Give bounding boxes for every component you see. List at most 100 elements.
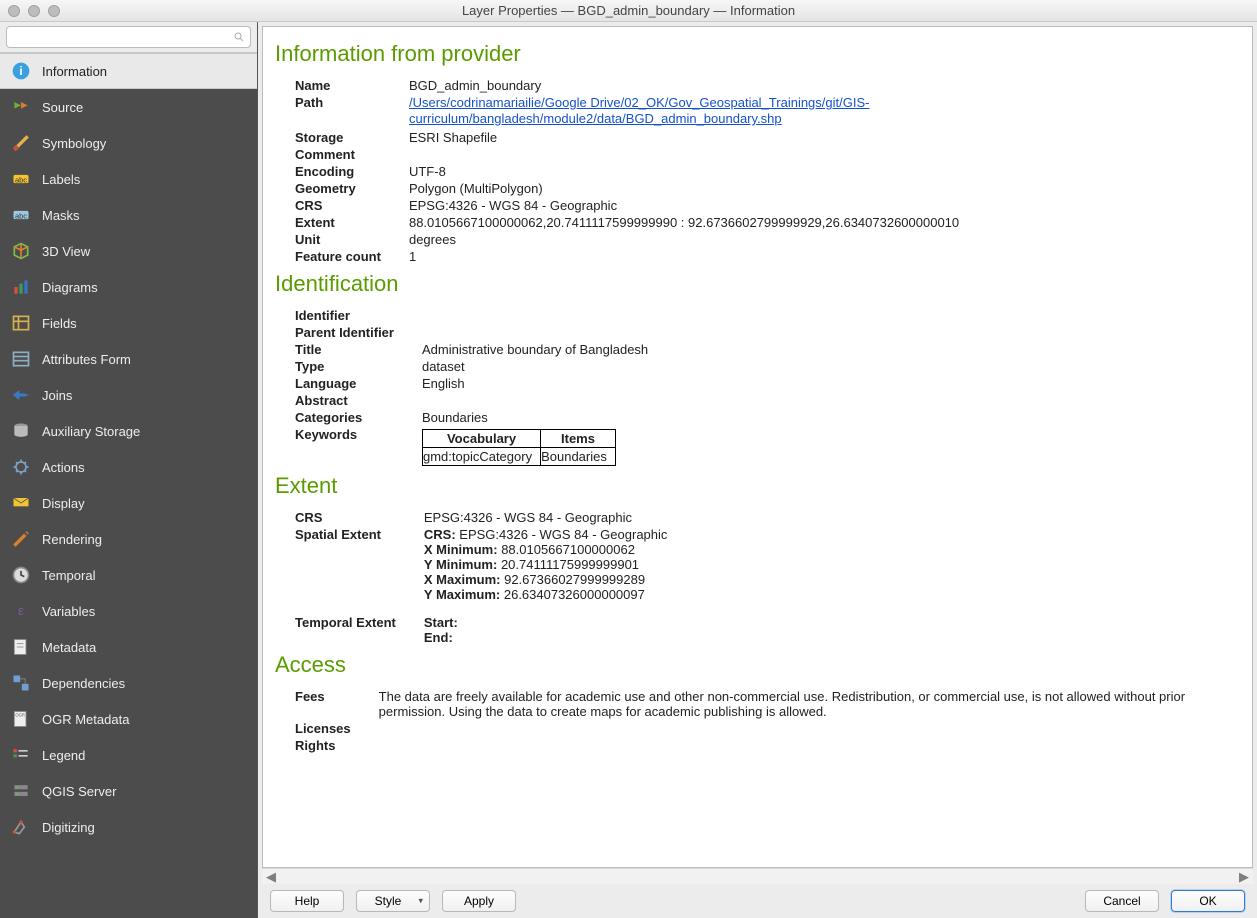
- value-ext-crs: EPSG:4326 - WGS 84 - Geographic: [424, 509, 676, 526]
- section-heading-extent: Extent: [275, 473, 1240, 499]
- value-title: Administrative boundary of Bangladesh: [422, 341, 656, 358]
- value-geometry: Polygon (MultiPolygon): [409, 180, 1240, 197]
- sidebar-item-legend[interactable]: Legend: [0, 737, 257, 773]
- value-comment: [409, 146, 1240, 163]
- value-path-link[interactable]: /Users/codrinamariailie/Google Drive/02_…: [409, 95, 870, 126]
- sidebar-item-actions[interactable]: Actions: [0, 449, 257, 485]
- label-unit: Unit: [295, 231, 409, 248]
- apply-button[interactable]: Apply: [442, 890, 516, 912]
- svg-text:abc: abc: [15, 211, 27, 220]
- kw-header-vocab: Vocabulary: [422, 429, 540, 447]
- sidebar-item-attributes-form[interactable]: Attributes Form: [0, 341, 257, 377]
- label-geometry: Geometry: [295, 180, 409, 197]
- value-spatial-extent: CRS: EPSG:4326 - WGS 84 - Geographic X M…: [424, 526, 676, 603]
- label-storage: Storage: [295, 129, 409, 146]
- sidebar-item-symbology[interactable]: Symbology: [0, 125, 257, 161]
- svg-text:i: i: [19, 65, 22, 78]
- metadata-icon: [10, 636, 32, 658]
- sidebar-item-label: Diagrams: [42, 280, 98, 295]
- sp-xmax-label: X Maximum:: [424, 572, 501, 587]
- sidebar-item-auxiliary-storage[interactable]: Auxiliary Storage: [0, 413, 257, 449]
- provider-table: NameBGD_admin_boundary Path/Users/codrin…: [295, 77, 1240, 265]
- sidebar-item-temporal[interactable]: Temporal: [0, 557, 257, 593]
- label-feature-count: Feature count: [295, 248, 409, 265]
- attrform-icon: [10, 348, 32, 370]
- window-titlebar: Layer Properties — BGD_admin_boundary — …: [0, 0, 1257, 22]
- value-abstract: [422, 392, 656, 409]
- value-licenses: [379, 720, 1240, 737]
- value-crs: EPSG:4326 - WGS 84 - Geographic: [409, 197, 1240, 214]
- help-button[interactable]: Help: [270, 890, 344, 912]
- deps-icon: [10, 672, 32, 694]
- sidebar-item-joins[interactable]: Joins: [0, 377, 257, 413]
- value-name: BGD_admin_boundary: [409, 77, 1240, 94]
- sidebar-item-source[interactable]: Source: [0, 89, 257, 125]
- sidebar-item-label: Metadata: [42, 640, 96, 655]
- sidebar-item-label: Dependencies: [42, 676, 125, 691]
- sidebar-item-3d-view[interactable]: 3D View: [0, 233, 257, 269]
- sidebar-item-masks[interactable]: abc Masks: [0, 197, 257, 233]
- sidebar-item-diagrams[interactable]: Diagrams: [0, 269, 257, 305]
- label-comment: Comment: [295, 146, 409, 163]
- sp-ymin-label: Y Minimum:: [424, 557, 497, 572]
- svg-text:ε: ε: [18, 603, 24, 618]
- sidebar-item-label: Legend: [42, 748, 85, 763]
- label-name: Name: [295, 77, 409, 94]
- sidebar-item-digitizing[interactable]: Digitizing: [0, 809, 257, 845]
- rendering-icon: [10, 528, 32, 550]
- temporal-icon: [10, 564, 32, 586]
- left-panel: iInformationSourceSymbologyabcLabelsabcM…: [0, 22, 258, 918]
- value-identifier: [422, 307, 656, 324]
- sp-ymax-label: Y Maximum:: [424, 587, 500, 602]
- fields-icon: [10, 312, 32, 334]
- sidebar-item-dependencies[interactable]: Dependencies: [0, 665, 257, 701]
- search-icon: [233, 31, 245, 43]
- extent-table: CRSEPSG:4326 - WGS 84 - Geographic Spati…: [295, 509, 675, 646]
- sidebar-item-variables[interactable]: εVariables: [0, 593, 257, 629]
- scroll-track[interactable]: [278, 872, 1237, 882]
- sidebar-item-label: Temporal: [42, 568, 95, 583]
- svg-text:OGR: OGR: [15, 713, 24, 718]
- sidebar-item-fields[interactable]: Fields: [0, 305, 257, 341]
- value-categories: Boundaries: [422, 409, 656, 426]
- sidebar-item-label: Information: [42, 64, 107, 79]
- sidebar-item-rendering[interactable]: Rendering: [0, 521, 257, 557]
- 3d-icon: [10, 240, 32, 262]
- style-menu-button[interactable]: Style▾: [356, 890, 430, 912]
- label-abstract: Abstract: [295, 392, 422, 409]
- sidebar-item-labels[interactable]: abcLabels: [0, 161, 257, 197]
- sp-xmin: 88.0105667100000062: [501, 542, 635, 557]
- sidebar-item-label: Symbology: [42, 136, 106, 151]
- ok-button[interactable]: OK: [1171, 890, 1245, 912]
- dialog-footer: Help Style▾ Apply Cancel OK: [262, 884, 1253, 918]
- content-area: Information from provider NameBGD_admin_…: [258, 22, 1257, 918]
- horizontal-scrollbar[interactable]: ◀ ▶: [262, 868, 1253, 884]
- sidebar-item-metadata[interactable]: Metadata: [0, 629, 257, 665]
- sidebar-item-label: Masks: [42, 208, 80, 223]
- scroll-left-icon[interactable]: ◀: [264, 870, 278, 884]
- value-fees: The data are freely available for academ…: [379, 688, 1240, 720]
- joins-icon: [10, 384, 32, 406]
- sidebar-item-ogr-metadata[interactable]: OGROGR Metadata: [0, 701, 257, 737]
- sidebar-item-label: Digitizing: [42, 820, 95, 835]
- label-ext-crs: CRS: [295, 509, 424, 526]
- sidebar-item-qgis-server[interactable]: QGIS Server: [0, 773, 257, 809]
- keywords-cell: VocabularyItems gmd:topicCategoryBoundar…: [422, 426, 656, 467]
- label-temporal-extent: Temporal Extent: [295, 603, 424, 646]
- keywords-table: VocabularyItems gmd:topicCategoryBoundar…: [422, 429, 616, 466]
- labels-icon: abc: [10, 168, 32, 190]
- sidebar-item-label: Auxiliary Storage: [42, 424, 140, 439]
- digitizing-icon: [10, 816, 32, 838]
- sidebar-search-input[interactable]: [6, 26, 251, 48]
- label-keywords: Keywords: [295, 426, 422, 467]
- cancel-button[interactable]: Cancel: [1085, 890, 1159, 912]
- scroll-right-icon[interactable]: ▶: [1237, 870, 1251, 884]
- sidebar-item-information[interactable]: i Information: [0, 53, 257, 89]
- sidebar-item-display[interactable]: Display: [0, 485, 257, 521]
- label-extent: Extent: [295, 214, 409, 231]
- access-table: FeesThe data are freely available for ac…: [295, 688, 1240, 754]
- label-crs: CRS: [295, 197, 409, 214]
- server-icon: [10, 780, 32, 802]
- value-temporal-extent: Start: End:: [424, 603, 676, 646]
- content-scroll[interactable]: Information from provider NameBGD_admin_…: [262, 26, 1253, 868]
